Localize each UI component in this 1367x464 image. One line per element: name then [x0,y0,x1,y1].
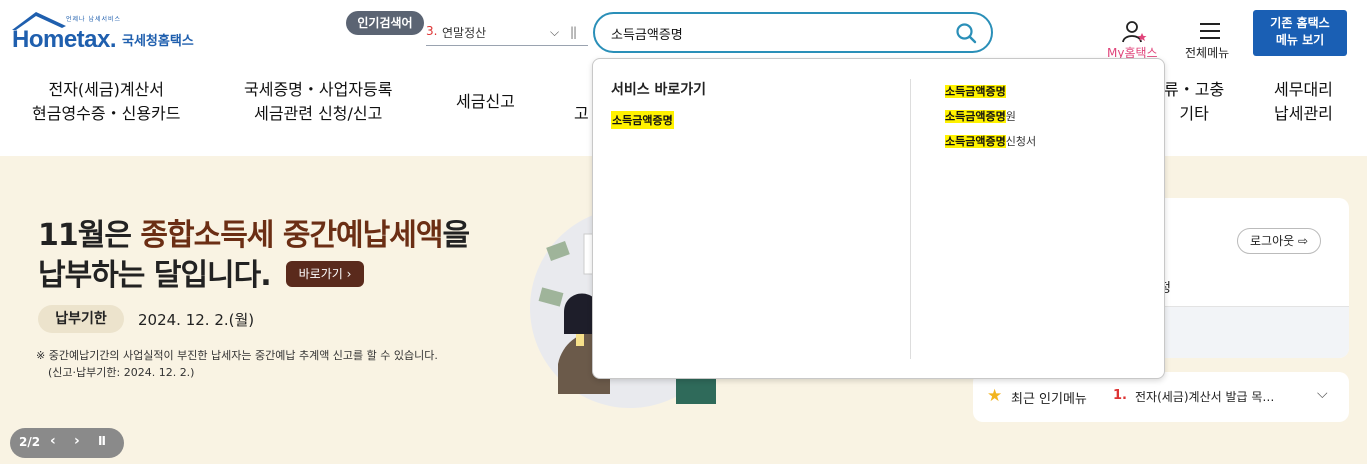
logo-wordmark: Hometax. [12,26,117,53]
deadline-label: 납부기한 [38,305,124,333]
nav-item-grievance[interactable]: 류・고충 기타 [1164,78,1224,126]
slide-counter: 2/2 [19,435,41,449]
user-icon [1122,21,1147,43]
deadline-date: 2024. 12. 2.(월) [138,311,255,329]
suggestion-item[interactable]: 소득금액증명 [945,83,1006,99]
logo-tagline: 언제나 납세서비스 [66,16,122,23]
pause-icon[interactable]: II [98,434,106,448]
star-icon: ★ [987,386,1003,406]
hamburger-menu-icon [1200,23,1220,39]
my-hometax-button[interactable]: My홈택스 [1103,18,1167,60]
chevron-right-icon[interactable]: › [74,433,80,449]
suggestion-match: 소득금액증명 [945,135,1006,148]
search-input[interactable] [611,23,941,43]
all-menu-button[interactable]: 전체메뉴 [1183,20,1239,62]
logout-button[interactable]: 로그아웃 ⇨ [1237,228,1321,254]
legacy-menu-button[interactable]: 기존 홈택스 메뉴 보기 [1253,10,1347,56]
suggestion-match: 소득금액증명 [945,110,1006,123]
banner-headline-line2: 납부하는 달입니다. [38,258,272,293]
hometax-logo[interactable]: 언제나 납세서비스 Hometax. 국세청홈택스 [10,10,210,54]
popular-menu-title: 최근 인기메뉴 [1011,392,1087,407]
logo-subtitle: 국세청홈택스 [122,34,194,49]
suggestion-match: 소득금액증명 [945,85,1006,98]
popular-search-rank: 3. [426,24,438,38]
popular-search-label: 인기검색어 [346,11,424,35]
all-menu-label: 전체메뉴 [1185,46,1230,60]
banner-notice: ※ 중간예납기간의 사업실적이 부진한 납세자는 중간예납 추계액 신고를 할 … [36,349,438,362]
suggestion-item[interactable]: 소득금액증명원 [945,108,1016,124]
nav-item-hidden[interactable]: 고 [574,102,589,126]
popular-search-ticker[interactable]: 3. 연말정산 ⌵ || [426,22,588,46]
popular-menu-item[interactable]: 전자(세금)계산서 발급 목… [1135,388,1274,405]
service-shortcut-item[interactable]: 소득금액증명 [611,111,674,129]
suggestion-rest: 신청서 [1005,135,1037,148]
nav-item-tax-filing[interactable]: 세금신고 [456,90,515,114]
popular-menu-rank: 1. [1113,388,1127,403]
suggestion-rest: 원 [1005,110,1016,123]
headline-highlight: 종합소득세 중간예납세액 [140,218,443,253]
search-box [593,12,993,53]
banner-notice-deadline: (신고·납부기한: 2024. 12. 2.) [48,366,195,379]
service-shortcut-title: 서비스 바로가기 [611,82,707,98]
headline-prefix: 11월은 [38,218,141,253]
chevron-left-icon[interactable]: ‹ [50,433,56,449]
chevron-down-icon[interactable]: ⌵ [550,25,559,40]
recent-popular-menu[interactable]: ★ 최근 인기메뉴 1. 전자(세금)계산서 발급 목… ⌵ [973,372,1349,422]
nav-item-e-invoice[interactable]: 전자(세금)계산서 현금영수증・신용카드 [32,78,180,126]
search-autocomplete-dropdown: 서비스 바로가기 소득금액증명 소득금액증명 소득금액증명원 소득금액증명신청서 [592,58,1165,379]
pause-icon[interactable]: || [570,25,577,39]
search-icon[interactable] [955,22,977,44]
popular-search-term[interactable]: 연말정산 [442,24,486,41]
banner-headline-line1: 11월은 종합소득세 중간예납세액을 [38,216,470,256]
banner-go-button[interactable]: 바로가기 › [286,261,364,287]
chevron-down-icon[interactable]: ⌵ [1317,386,1328,402]
nav-item-tax-agent[interactable]: 세무대리 납세관리 [1274,78,1333,126]
headline-suffix: 을 [442,218,470,253]
header: 언제나 납세서비스 Hometax. 국세청홈택스 인기검색어 3. 연말정산 … [0,0,1367,64]
slide-controls: 2/2 ‹ › II [10,428,124,458]
nav-item-certificates[interactable]: 국세증명・사업자등록 세금관련 신청/신고 [244,78,392,126]
dropdown-separator [910,79,911,359]
suggestion-item[interactable]: 소득금액증명신청서 [945,133,1036,149]
